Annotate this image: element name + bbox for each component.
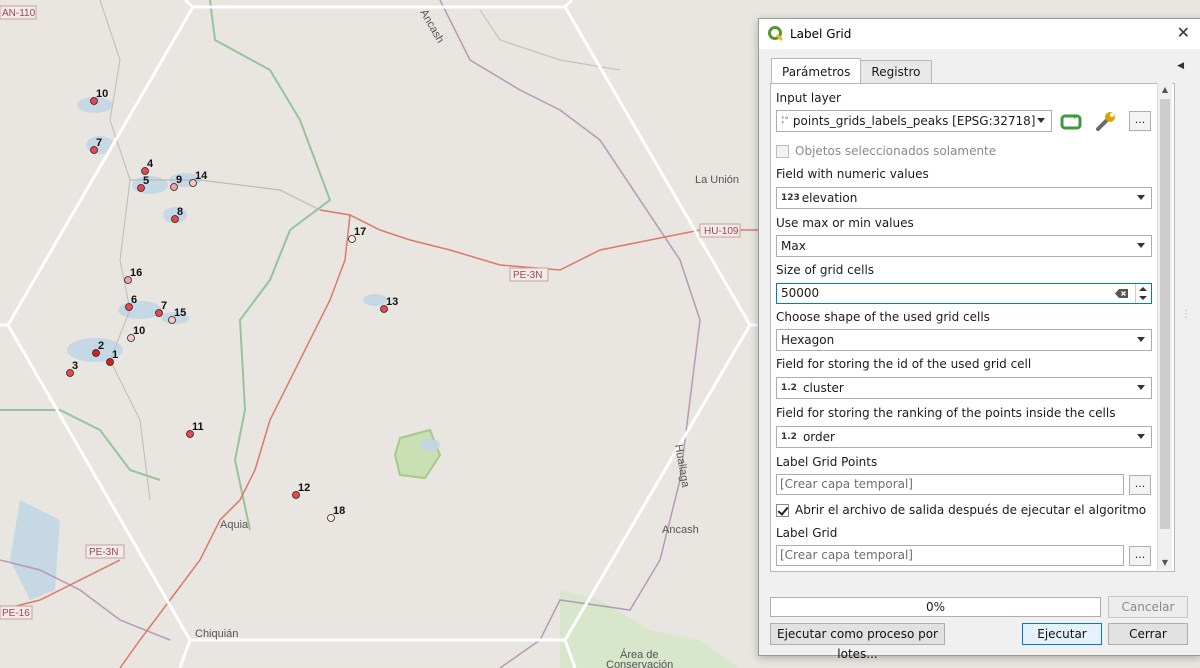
rank-field-label: Field for storing the ranking of the poi… xyxy=(776,406,1116,420)
dialog-title: Label Grid xyxy=(790,27,852,41)
chevron-down-icon xyxy=(1137,243,1145,248)
batch-process-button[interactable]: Ejecutar como proceso por lotes... xyxy=(770,623,945,661)
progress-bar: 0% xyxy=(770,597,1101,617)
collapse-panel-icon[interactable]: ◀ xyxy=(1177,61,1184,71)
dialog-titlebar[interactable]: Label Grid ✕ xyxy=(759,19,1200,49)
grid-output-field[interactable]: [Crear capa temporal] xyxy=(776,545,1124,566)
maxmin-label: Use max or min values xyxy=(776,216,914,230)
close-button[interactable]: Cerrar xyxy=(1108,623,1188,645)
input-layer-label: Input layer xyxy=(776,91,841,105)
points-output-label: Label Grid Points xyxy=(776,455,878,469)
road-shield-pe3n-a: PE-3N xyxy=(509,267,549,282)
peak-label: 17 xyxy=(354,226,366,238)
open-after-checkbox[interactable] xyxy=(776,504,789,517)
peak-label: 9 xyxy=(176,174,182,186)
scrollbar-thumb[interactable] xyxy=(1160,99,1170,529)
chevron-down-icon xyxy=(1137,337,1145,342)
selected-only-checkbox[interactable] xyxy=(776,145,789,158)
peak-label: 10 xyxy=(133,325,145,337)
chevron-down-icon xyxy=(1137,385,1145,390)
label-grid-dialog: Label Grid ✕ Parámetros Registro ◀ Input… xyxy=(758,18,1200,661)
place-label-conservacion: Conservación xyxy=(606,659,673,668)
maxmin-combo[interactable]: Max xyxy=(776,235,1152,257)
peak-label: 10 xyxy=(96,88,108,100)
points-output-field[interactable]: [Crear capa temporal] xyxy=(776,474,1124,495)
panel-scrollbar[interactable]: ▲ ▼ xyxy=(1157,83,1172,570)
svg-text:AN-110: AN-110 xyxy=(2,8,36,19)
refresh-icon[interactable] xyxy=(1060,113,1082,131)
river-label-3: Ancash xyxy=(662,524,699,536)
road-shield-an110: AN-110 xyxy=(0,5,37,20)
svg-text:PE-3N: PE-3N xyxy=(513,270,542,281)
cell-size-input[interactable]: 50000 xyxy=(776,283,1152,304)
integer-type-icon: 123 xyxy=(781,193,800,203)
peak-label: 1 xyxy=(112,349,118,361)
place-label-aquia: Aquia xyxy=(220,519,249,531)
peak-label: 12 xyxy=(298,482,310,494)
road-shield-pe3n-b: PE-3N xyxy=(85,544,125,559)
peak-label: 7 xyxy=(96,137,102,149)
clear-input-icon[interactable] xyxy=(1115,288,1129,299)
splitter-handle[interactable]: ⋮ xyxy=(1181,309,1191,320)
scroll-up-icon[interactable]: ▲ xyxy=(1158,83,1172,97)
place-label-la-union: La Unión xyxy=(695,174,739,186)
point-layer-icon: ⁚° xyxy=(781,116,789,126)
input-layer-combo[interactable]: ⁚° points_grids_labels_peaks [EPSG:32718… xyxy=(776,110,1052,132)
close-icon[interactable]: ✕ xyxy=(1177,25,1190,41)
peak-label: 18 xyxy=(333,505,345,517)
input-layer-options-button[interactable]: ... xyxy=(1129,111,1151,131)
grid-output-options-button[interactable]: ... xyxy=(1129,546,1151,566)
tab-registro[interactable]: Registro xyxy=(860,60,932,84)
place-label-chiquian: Chiquián xyxy=(195,628,238,640)
decimal-type-icon: 1.2 xyxy=(781,432,797,442)
svg-text:PE-3N: PE-3N xyxy=(89,547,118,558)
open-after-label: Abrir el archivo de salida después de ej… xyxy=(795,503,1147,517)
selected-only-label: Objetos seleccionados solamente xyxy=(795,144,997,158)
peak-label: 11 xyxy=(192,421,204,433)
road-shield-pe16: PE-16 xyxy=(0,605,33,620)
peak-label: 3 xyxy=(72,360,78,372)
points-output-options-button[interactable]: ... xyxy=(1129,475,1151,495)
peak-label: 8 xyxy=(177,206,183,218)
road-shield-hu109: HU-109 xyxy=(699,223,741,238)
scroll-down-icon[interactable]: ▼ xyxy=(1158,556,1172,570)
peak-label: 15 xyxy=(174,307,186,319)
numeric-field-combo[interactable]: 123 elevation xyxy=(776,187,1152,209)
parameters-panel: Input layer ⁚° points_grids_labels_peaks… xyxy=(770,83,1175,572)
cancel-button[interactable]: Cancelar xyxy=(1108,596,1188,618)
grid-output-label: Label Grid xyxy=(776,526,838,540)
peak-label: 7 xyxy=(161,300,167,312)
qgis-logo-icon xyxy=(768,26,784,42)
svg-text:PE-16: PE-16 xyxy=(2,608,30,619)
cell-size-stepper[interactable] xyxy=(1135,284,1151,303)
peak-label: 5 xyxy=(143,175,149,187)
wrench-icon[interactable] xyxy=(1094,110,1118,132)
chevron-down-icon xyxy=(1037,118,1045,123)
peak-label: 2 xyxy=(98,340,104,352)
peak-label: 13 xyxy=(386,296,398,308)
rank-field-combo[interactable]: 1.2 order xyxy=(776,426,1152,448)
peak-label: 14 xyxy=(195,170,208,182)
chevron-down-icon xyxy=(1137,434,1145,439)
id-field-label: Field for storing the id of the used gri… xyxy=(776,357,1032,371)
peak-label: 6 xyxy=(131,294,137,306)
peak-label: 4 xyxy=(147,158,154,170)
shape-label: Choose shape of the used grid cells xyxy=(776,310,990,324)
run-button[interactable]: Ejecutar xyxy=(1022,623,1102,645)
decimal-type-icon: 1.2 xyxy=(781,383,797,393)
chevron-down-icon xyxy=(1137,195,1145,200)
shape-combo[interactable]: Hexagon xyxy=(776,329,1152,351)
tab-parametros[interactable]: Parámetros xyxy=(771,58,862,86)
peak-label: 16 xyxy=(130,267,142,279)
svg-text:HU-109: HU-109 xyxy=(704,226,739,237)
cell-size-label: Size of grid cells xyxy=(776,263,875,277)
id-field-combo[interactable]: 1.2 cluster xyxy=(776,377,1152,399)
numeric-field-label: Field with numeric values xyxy=(776,167,929,181)
